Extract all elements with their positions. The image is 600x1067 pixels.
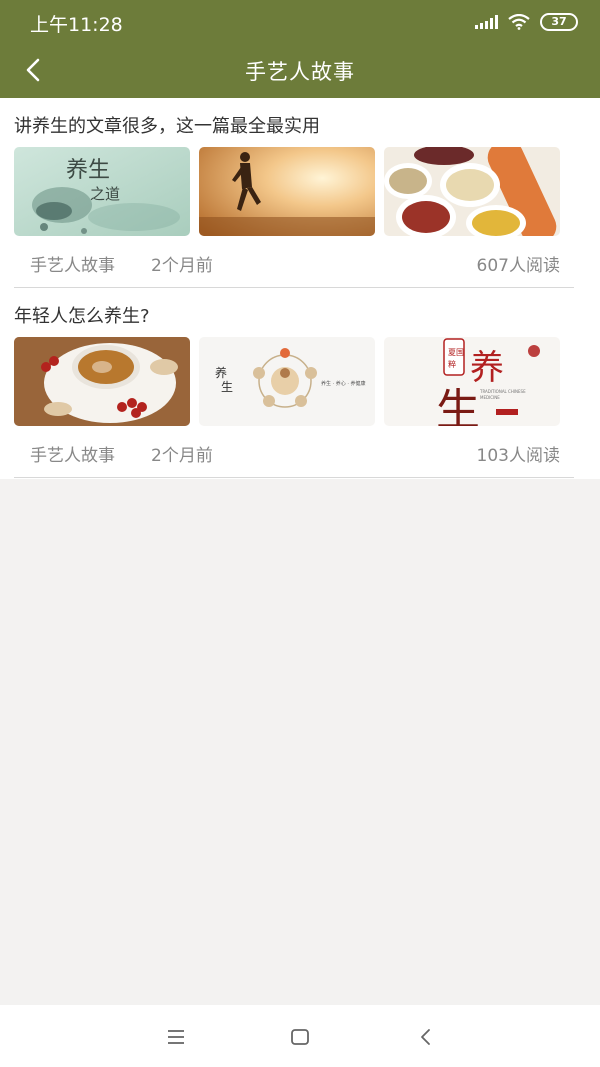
thumbnail-meridian[interactable]: 养 生 养生 · 养心 · 养健康 <box>199 337 375 426</box>
svg-text:养: 养 <box>215 365 227 380</box>
home-button[interactable] <box>285 1022 315 1052</box>
back-triangle-icon <box>421 1029 430 1045</box>
article-card[interactable]: 讲养生的文章很多，这一篇最全最实用 养生 之道 手艺人故事 2个月前 607人阅… <box>0 98 600 288</box>
thumbnail-grains[interactable] <box>384 147 560 236</box>
article-author: 手艺人故事 <box>30 446 115 466</box>
system-back-button[interactable] <box>411 1022 441 1052</box>
article-reads: 103人阅读 <box>476 446 560 466</box>
nav-row: 手艺人故事 <box>0 44 600 98</box>
page-title: 手艺人故事 <box>245 60 355 84</box>
divider <box>14 477 574 478</box>
status-bar: 上午11:28 37 <box>0 0 600 44</box>
thumbnail-ink-painting[interactable]: 养生 之道 <box>14 147 190 236</box>
article-thumbnails: 养生 之道 <box>14 147 560 237</box>
signal-icon <box>475 15 498 29</box>
app-header: 上午11:28 37 手艺人故事 <box>0 0 600 98</box>
thumbnail-runner[interactable] <box>199 147 375 236</box>
svg-text:生: 生 <box>436 385 480 426</box>
article-thumbnails: 养 生 养生 · 养心 · 养健康 夏国 粹 养 生 TRADITIONAL C… <box>14 337 560 427</box>
article-author: 手艺人故事 <box>30 256 115 276</box>
svg-text:养生 · 养心 · 养健康: 养生 · 养心 · 养健康 <box>321 380 366 387</box>
battery-icon: 37 <box>540 13 578 31</box>
home-square-icon <box>291 1029 309 1045</box>
article-time: 2个月前 <box>151 256 213 276</box>
svg-text:夏国: 夏国 <box>448 348 464 357</box>
thumbnail-soup[interactable] <box>14 337 190 426</box>
svg-text:TRADITIONAL CHINESE: TRADITIONAL CHINESE <box>479 389 526 394</box>
menu-button[interactable] <box>161 1022 191 1052</box>
system-nav-bar <box>0 1005 600 1067</box>
svg-text:MEDICINE: MEDICINE <box>480 395 500 400</box>
status-icons: 37 <box>475 12 578 32</box>
article-reads: 607人阅读 <box>476 256 560 276</box>
article-card[interactable]: 年轻人怎么养生? 养 生 养生 · 养心 · 养健康 夏国 粹 养 生 TRAD… <box>0 288 600 478</box>
svg-text:养: 养 <box>470 348 504 388</box>
svg-text:粹: 粹 <box>448 359 456 369</box>
svg-text:之道: 之道 <box>90 185 120 203</box>
article-title[interactable]: 年轻人怎么养生? <box>14 302 150 328</box>
thumbnail-calligraphy[interactable]: 夏国 粹 养 生 TRADITIONAL CHINESE MEDICINE <box>384 337 560 426</box>
status-time: 上午11:28 <box>30 14 123 36</box>
article-list: 讲养生的文章很多，这一篇最全最实用 养生 之道 手艺人故事 2个月前 607人阅… <box>0 98 600 479</box>
article-title[interactable]: 讲养生的文章很多，这一篇最全最实用 <box>14 112 320 138</box>
svg-text:生: 生 <box>221 380 233 394</box>
logo-text: 养生 <box>66 158 110 183</box>
wifi-icon <box>508 14 530 30</box>
menu-icon <box>168 1030 184 1044</box>
article-time: 2个月前 <box>151 446 213 466</box>
